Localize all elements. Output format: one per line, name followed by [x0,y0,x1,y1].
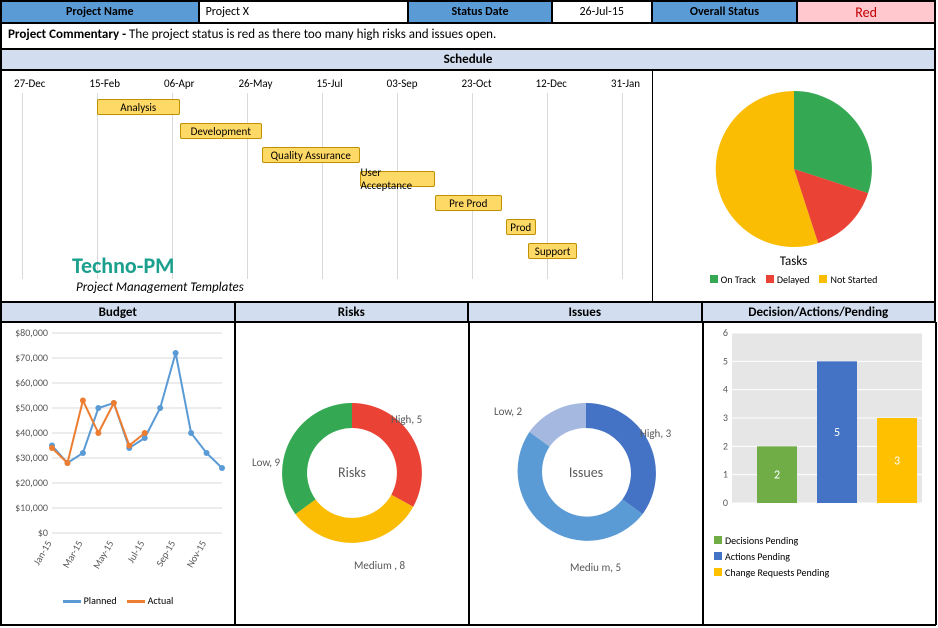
risks-chart: Risks High, 5 Medium , 8 Low, 9 [235,322,469,625]
gantt-bar-analysis: Analysis [97,99,180,115]
svg-text:$50,000: $50,000 [15,401,48,414]
svg-text:5: 5 [834,426,840,440]
risks-header: Risks [235,302,469,322]
subheader-row: Budget Risks Issues Decision/Actions/Pen… [1,302,935,322]
dap-header: Decision/Actions/Pending [702,302,936,322]
gantt-chart: 27-Dec15-Feb06-Apr26-May15-Jul03-Sep23-O… [1,70,653,302]
gantt-bar-quality-assurance: Quality Assurance [262,147,360,163]
svg-text:Jan-15: Jan-15 [30,538,54,567]
svg-text:1: 1 [723,468,728,481]
svg-text:May-15: May-15 [90,538,117,571]
svg-text:$70,000: $70,000 [15,351,48,364]
issues-header: Issues [468,302,702,322]
svg-text:Issues: Issues [569,464,603,481]
svg-text:Low, 2: Low, 2 [494,405,523,418]
brand-logo: Techno-PM [72,252,174,279]
header-row: Project Name Project X Status Date 26-Ju… [1,1,935,23]
svg-text:$80,000: $80,000 [15,326,48,339]
overall-status-label: Overall Status [652,1,798,23]
schedule-body: 27-Dec15-Feb06-Apr26-May15-Jul03-Sep23-O… [1,70,935,302]
status-date-label: Status Date [408,1,552,23]
charts-row: $0 $10,000 $20,000 $30,000 $40,000 $50,000 $60… [1,322,935,625]
svg-text:$60,000: $60,000 [15,376,48,389]
commentary-label: Project Commentary - [8,27,129,42]
svg-text:High, 3: High, 3 [640,427,672,440]
svg-text:Sep-15: Sep-15 [153,538,178,569]
overall-status-value: Red [797,1,935,23]
svg-text:High, 5: High, 5 [391,413,422,426]
svg-text:$10,000: $10,000 [15,501,48,514]
svg-text:$30,000: $30,000 [15,451,48,464]
svg-text:Mediu m, 5: Mediu m, 5 [570,561,621,574]
commentary-text: The project status is red as there too m… [129,27,496,42]
svg-text:Low, 9: Low, 9 [252,456,281,469]
tasks-pie-box: Tasks On TrackDelayedNot Started [653,70,935,302]
dap-chart: 0 1 2 3 4 5 6 2 5 3 Decisions PendingActions Pend… [703,322,937,625]
svg-text:3: 3 [723,411,728,424]
tasks-legend: On TrackDelayedNot Started [710,273,878,286]
schedule-header: Schedule [1,49,935,70]
budget-chart: $0 $10,000 $20,000 $30,000 $40,000 $50,000 $60… [1,322,235,625]
dap-legend: Decisions PendingActions PendingChange R… [704,527,936,586]
svg-text:Jul-15: Jul-15 [124,538,147,565]
gantt-bar-support: Support [528,243,577,259]
svg-text:2: 2 [774,469,780,483]
project-name-label: Project Name [1,1,199,23]
status-date-value: 26-Jul-15 [552,1,652,23]
issues-chart: Issues High, 3 Mediu m, 5 Low, 2 [469,322,703,625]
svg-text:0: 0 [723,496,728,509]
svg-text:6: 6 [723,326,728,339]
svg-text:3: 3 [894,455,900,469]
dashboard: Project Name Project X Status Date 26-Ju… [0,0,936,626]
tasks-title: Tasks [780,254,808,269]
svg-text:$0: $0 [38,526,48,539]
svg-text:$40,000: $40,000 [15,426,48,439]
svg-text:Risks: Risks [338,464,366,481]
svg-text:Mar-15: Mar-15 [59,538,85,570]
budget-header: Budget [1,302,235,322]
gantt-bar-development: Development [180,123,263,139]
svg-text:$20,000: $20,000 [15,476,48,489]
gantt-bar-pre-prod: Pre Prod [435,195,503,211]
gantt-bar-prod: Prod [506,219,536,235]
budget-legend: PlannedActual [2,594,234,607]
svg-text:2: 2 [723,439,728,452]
svg-text:4: 4 [723,383,728,396]
brand-sub: Project Management Templates [76,280,244,295]
svg-text:Medium , 8: Medium , 8 [354,559,405,572]
project-name-value: Project X [199,1,409,23]
svg-text:Nov-15: Nov-15 [183,538,209,570]
gantt-bar-user-acceptance: User Acceptance [360,171,435,187]
commentary: Project Commentary - The project status … [1,23,935,49]
svg-text:5: 5 [723,354,728,367]
tasks-pie-chart [694,87,894,252]
